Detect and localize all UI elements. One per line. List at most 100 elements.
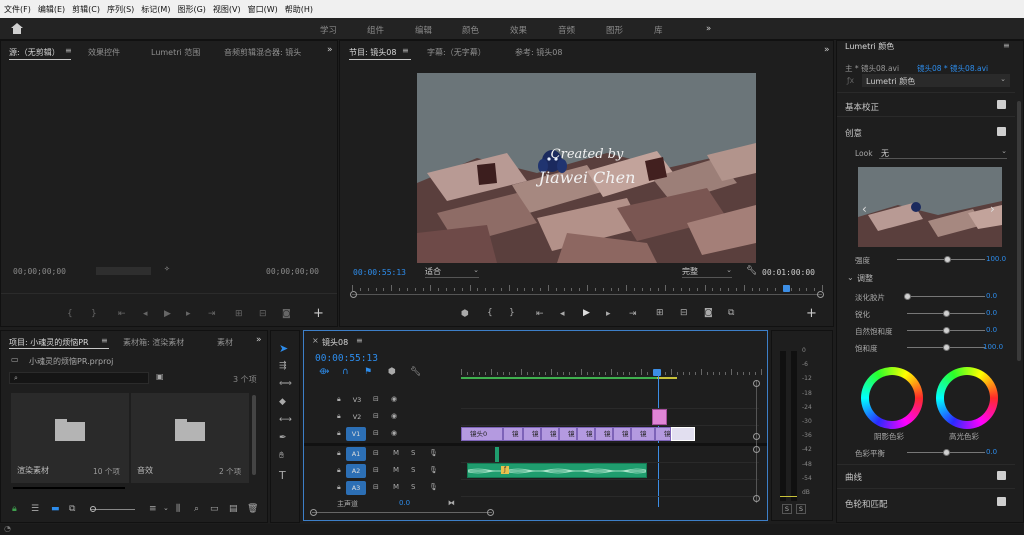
hand-tool-icon[interactable]: ✋︎ xyxy=(279,452,284,461)
sync-lock-icon[interactable]: ⊟ xyxy=(373,483,379,491)
menu-view[interactable]: 视图(V) xyxy=(213,4,241,15)
track-select-tool-icon[interactable]: ⇶ xyxy=(279,362,287,371)
automate-icon[interactable]: ⫼ xyxy=(176,505,180,514)
tint-balance-knob[interactable] xyxy=(943,449,950,456)
intensity-knob[interactable] xyxy=(944,256,951,263)
highlight-tint-wheel[interactable] xyxy=(936,367,998,429)
section-adjustments[interactable]: 调整 xyxy=(857,273,873,284)
insert-icon[interactable]: ⊞ xyxy=(235,310,243,319)
lock-icon[interactable]: 🔒︎ xyxy=(337,483,341,492)
tab-bin-render[interactable]: 素材箱: 渲染素材 xyxy=(123,337,184,348)
master-clip-label[interactable]: 主 * 镜头08.avi xyxy=(845,63,899,74)
lock-icon[interactable]: 🔒︎ xyxy=(337,429,341,438)
intensity-value[interactable]: 100.0 xyxy=(986,255,1006,263)
faded-film-knob[interactable] xyxy=(904,293,911,300)
color-wheels-checkbox[interactable] xyxy=(997,497,1006,506)
solo-button[interactable]: S xyxy=(411,466,415,474)
workspace-effects[interactable]: 效果 xyxy=(510,24,527,36)
clip-v1[interactable]: 镜 xyxy=(613,427,631,441)
workspace-libraries[interactable]: 库 xyxy=(654,24,663,36)
export-frame-icon[interactable]: ◙ xyxy=(282,310,291,319)
master-value[interactable]: 0.0 xyxy=(399,499,410,507)
clip-v1[interactable]: 镜头 xyxy=(655,427,671,441)
sync-lock-icon[interactable]: ⊟ xyxy=(373,395,379,403)
tab-program[interactable]: 节目: 镜头08 xyxy=(349,47,396,58)
shadow-tint-wheel[interactable] xyxy=(861,367,923,429)
timeline-settings-icon[interactable]: 🔧︎ xyxy=(410,368,421,377)
vibrance-knob[interactable] xyxy=(943,327,950,334)
type-tool-icon[interactable]: T xyxy=(279,470,286,481)
go-to-in-icon[interactable]: ⇤ xyxy=(536,310,544,319)
tab-reference[interactable]: 参考: 镜头08 xyxy=(515,47,562,58)
tab-sequence[interactable]: 镜头08 xyxy=(322,337,348,348)
eye-icon[interactable]: ◉ xyxy=(391,429,397,437)
clip-v1[interactable]: 镜头0 xyxy=(461,427,503,441)
solo-button[interactable]: S xyxy=(411,483,415,491)
bin-render-material[interactable]: 渲染素材 10 个项 xyxy=(11,393,129,483)
timeline-v-scrollbar[interactable] xyxy=(756,381,757,503)
extract-icon[interactable]: ⊟ xyxy=(680,309,688,318)
pen-tool-icon[interactable]: ✒︎ xyxy=(279,434,287,443)
more-workspaces-icon[interactable]: » xyxy=(706,24,711,34)
microphone-icon[interactable]: 🎙︎ xyxy=(429,449,438,457)
home-icon[interactable] xyxy=(11,23,23,34)
menu-clip[interactable]: 剪辑(C) xyxy=(72,4,100,15)
timeline-ruler[interactable] xyxy=(461,369,762,379)
prev-look-icon[interactable]: ‹ xyxy=(862,202,867,216)
mark-in-icon[interactable]: { xyxy=(487,309,493,318)
sync-lock-icon[interactable]: ⊟ xyxy=(373,429,379,437)
new-item-icon[interactable]: ▤ xyxy=(229,505,238,514)
adjust-collapse-icon[interactable]: ⌄ xyxy=(847,273,854,282)
go-to-in-icon[interactable]: ⇤ xyxy=(118,310,126,319)
clip-v1[interactable]: 镜 xyxy=(541,427,559,441)
icon-view-icon[interactable]: ▬ xyxy=(51,505,60,514)
panel-menu-icon[interactable]: ≡ xyxy=(356,337,363,345)
intensity-slider[interactable] xyxy=(897,259,985,260)
track-target-v2[interactable]: V2 xyxy=(349,410,365,424)
menu-markers[interactable]: 标记(M) xyxy=(141,4,170,15)
step-forward-icon[interactable]: ▸ xyxy=(186,310,191,319)
program-scrub-bar[interactable] xyxy=(350,285,824,299)
freeform-view-icon[interactable]: ⧉ xyxy=(69,505,75,514)
compare-icon[interactable]: ⧉ xyxy=(728,309,734,318)
mark-out-icon[interactable]: } xyxy=(91,310,97,319)
mark-in-icon[interactable]: { xyxy=(67,310,73,319)
clip-v1[interactable]: 镜 xyxy=(577,427,595,441)
play-icon[interactable]: ▶ xyxy=(583,309,590,318)
bin-sound-effects[interactable]: 音效 2 个项 xyxy=(131,393,249,483)
source-zoom-control[interactable] xyxy=(96,267,151,275)
go-to-end-icon[interactable]: ⧓ xyxy=(448,499,455,507)
sort-icon[interactable]: ≡ xyxy=(149,505,157,514)
source-patch-v1[interactable]: V1 xyxy=(346,427,366,441)
tab-source[interactable]: 源:（无剪辑） xyxy=(9,47,60,58)
workspace-learn[interactable]: 学习 xyxy=(320,24,337,36)
section-color-wheels-match[interactable]: 色轮和匹配 xyxy=(845,498,888,510)
clip-a2[interactable]: ƒ xyxy=(467,463,647,478)
tab-lumetri-scopes[interactable]: Lumetri 范围 xyxy=(151,47,200,58)
linked-selection-icon[interactable]: ⚑ xyxy=(364,368,372,377)
add-button-icon[interactable]: + xyxy=(313,307,324,320)
step-back-icon[interactable]: ◂ xyxy=(560,310,565,319)
solo-button[interactable]: S xyxy=(411,449,415,457)
timeline-h-scrollbar[interactable] xyxy=(312,512,492,513)
look-preview[interactable]: ‹ › xyxy=(858,167,1002,247)
look-dropdown[interactable]: 无 ⌄ xyxy=(879,147,1007,159)
menu-graphics[interactable]: 图形(G) xyxy=(177,4,205,15)
zoom-slider[interactable] xyxy=(91,509,135,510)
saturation-value[interactable]: 100.0 xyxy=(983,343,1003,351)
new-bin-icon[interactable]: ▭ xyxy=(210,505,219,514)
list-view-icon[interactable]: ☰ xyxy=(31,505,39,514)
section-creative[interactable]: 创意 xyxy=(845,127,862,139)
next-look-icon[interactable]: › xyxy=(990,202,995,216)
lock-icon[interactable]: 🔒︎ xyxy=(337,449,341,458)
microphone-icon[interactable]: 🎙︎ xyxy=(429,483,438,491)
solo-right-button[interactable]: S xyxy=(796,504,806,514)
clip-v1[interactable]: 镜 xyxy=(503,427,523,441)
find-icon[interactable]: ⌕ xyxy=(194,505,199,514)
sync-lock-icon[interactable]: ⊟ xyxy=(373,466,379,474)
add-button-icon[interactable]: + xyxy=(806,307,817,320)
lock-icon[interactable]: 🔒︎ xyxy=(337,466,341,475)
lock-icon[interactable]: 🔒︎ xyxy=(12,505,17,514)
basic-correction-checkbox[interactable] xyxy=(997,100,1006,109)
slip-tool-icon[interactable]: ⟷ xyxy=(279,416,292,425)
